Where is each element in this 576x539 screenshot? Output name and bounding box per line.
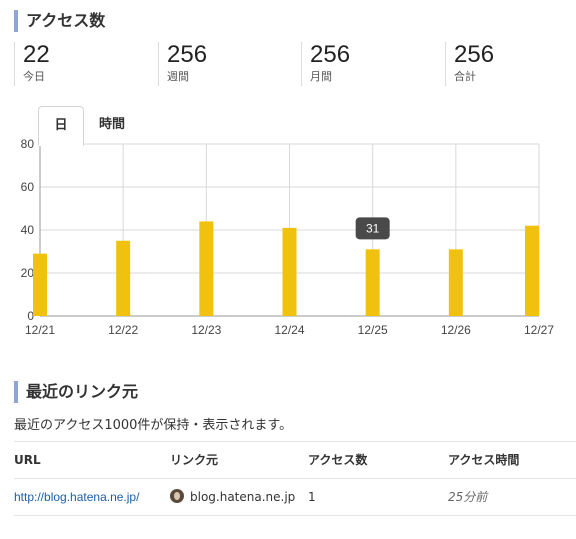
stat-value: 256 [454,41,495,68]
bar-12/23 [199,221,214,316]
x-tick-label: 12/24 [274,323,304,337]
access-chart: 02040608012/21 12/22 12/23 12/24 12/25 12/26 1… [21,137,555,337]
x-tick-label: 12/23 [191,323,221,337]
url-link[interactable]: http://blog.hatena.ne.jp/ [14,490,139,504]
stat-month: 256 月間 [301,42,435,86]
tab-day[interactable]: 日 [38,106,84,146]
table-header-row: URL リンク元 アクセス数 アクセス時間 [14,441,576,478]
bar-12/21 [33,253,47,316]
access-stats: 22 今日 256 週間 256 月間 256 合計 [14,42,576,86]
x-tick-label: 12/21 [25,323,55,337]
stat-label: 月間 [310,70,332,83]
bar-12/27 [525,225,539,316]
time-cell: 25分前 [448,490,488,504]
chart-tooltip-value: 31 [366,221,380,235]
stat-value: 256 [310,41,351,68]
referrer-table: URL リンク元 アクセス数 アクセス時間 http://blog.hatena… [14,441,576,516]
stat-label: 週間 [167,70,189,83]
recent-description: 最近のアクセス1000件が保持・表示されます。 [14,418,293,433]
stat-total: 256 合計 [445,42,576,86]
y-tick-label: 40 [21,223,35,237]
column-header-time: アクセス時間 [448,453,520,467]
x-tick-label: 12/27 [524,323,554,337]
column-header-url: URL [14,453,41,467]
tab-hour[interactable]: 時間 [92,106,132,144]
referrer-text: blog.hatena.ne.jp [190,490,296,504]
column-header-referrer: リンク元 [170,453,219,467]
bar-12/22 [116,240,131,316]
stat-label: 今日 [23,70,45,83]
stat-label: 合計 [454,70,476,83]
column-header-count: アクセス数 [308,453,368,467]
x-tick-label: 12/22 [108,323,138,337]
stat-week: 256 週間 [158,42,292,86]
y-tick-label: 80 [21,137,35,151]
bar-12/26 [448,249,463,316]
stat-value: 256 [167,41,208,68]
bar-12/25 [365,249,380,316]
url-cell: http://blog.hatena.ne.jp/ [14,479,139,515]
table-row: http://blog.hatena.ne.jp/ blog.hatena.ne… [14,478,576,516]
recent-section-title: 最近のリンク元 [14,381,138,403]
access-section-title: アクセス数 [14,10,105,32]
stat-today: 22 今日 [14,42,148,86]
stat-value: 22 [23,41,50,68]
x-tick-label: 12/25 [358,323,388,337]
bar-12/24 [282,227,297,316]
favicon-icon [170,489,184,503]
y-tick-label: 60 [21,180,35,194]
referrer-cell: blog.hatena.ne.jp [170,479,295,515]
count-cell: 1 [308,490,316,504]
y-tick-label: 20 [21,266,35,280]
x-tick-label: 12/26 [441,323,471,337]
